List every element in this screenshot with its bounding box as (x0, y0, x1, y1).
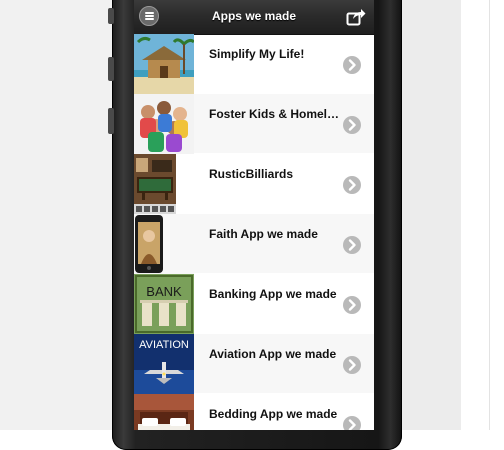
list-item-label: Bedding App we made (209, 407, 338, 421)
bank-thumbnail: BANK (134, 274, 194, 334)
chevron-right-icon (343, 236, 361, 254)
phone-screen: Apps we made Simplify My Life! Foster Ki… (134, 0, 374, 430)
list-item[interactable]: Foster Kids & Homel… (134, 94, 374, 154)
bank-sign-text: BANK (146, 284, 182, 299)
page-title: Apps we made (211, 9, 297, 23)
list-item-label: Aviation App we made (209, 347, 337, 361)
list-item-label: Faith App we made (209, 227, 318, 241)
phone-mute-switch (108, 8, 114, 24)
page-background-strip (400, 0, 461, 430)
kids-group-thumbnail (134, 94, 194, 154)
aviation-sign-text: AVIATION (139, 339, 189, 351)
list-item-label: Banking App we made (209, 287, 337, 301)
phone-volume-up-button (108, 57, 114, 81)
list-item[interactable]: BANK Banking App we made (134, 274, 374, 334)
list-item-label: RusticBilliards (209, 167, 294, 181)
list-item[interactable]: Simplify My Life! (134, 34, 374, 94)
chevron-right-icon (343, 116, 361, 134)
list-item[interactable]: RusticBilliards (134, 154, 374, 214)
billiards-room-thumbnail (134, 154, 194, 214)
list-item-label: Simplify My Life! (209, 47, 305, 61)
list-item-label: Foster Kids & Homel… (209, 107, 340, 121)
beach-hut-thumbnail (134, 34, 194, 94)
apps-list: Simplify My Life! Foster Kids & Homel… R… (134, 34, 374, 430)
app-header: Apps we made (134, 0, 374, 35)
airplane-thumbnail: AVIATION (134, 334, 194, 394)
bedroom-thumbnail (134, 394, 194, 430)
phone-app-thumbnail (134, 214, 194, 274)
list-item[interactable]: Faith App we made (134, 214, 374, 274)
chevron-right-icon (343, 416, 361, 430)
chevron-right-icon (343, 356, 361, 374)
chevron-right-icon (343, 176, 361, 194)
share-icon[interactable] (346, 8, 366, 26)
chevron-right-icon (343, 296, 361, 314)
phone-volume-down-button (108, 108, 114, 134)
chevron-right-icon (343, 56, 361, 74)
page-background-left (0, 0, 112, 430)
list-item[interactable]: AVIATION Aviation App we made (134, 334, 374, 394)
page-edge (489, 0, 504, 430)
list-item[interactable]: Bedding App we made (134, 394, 374, 430)
